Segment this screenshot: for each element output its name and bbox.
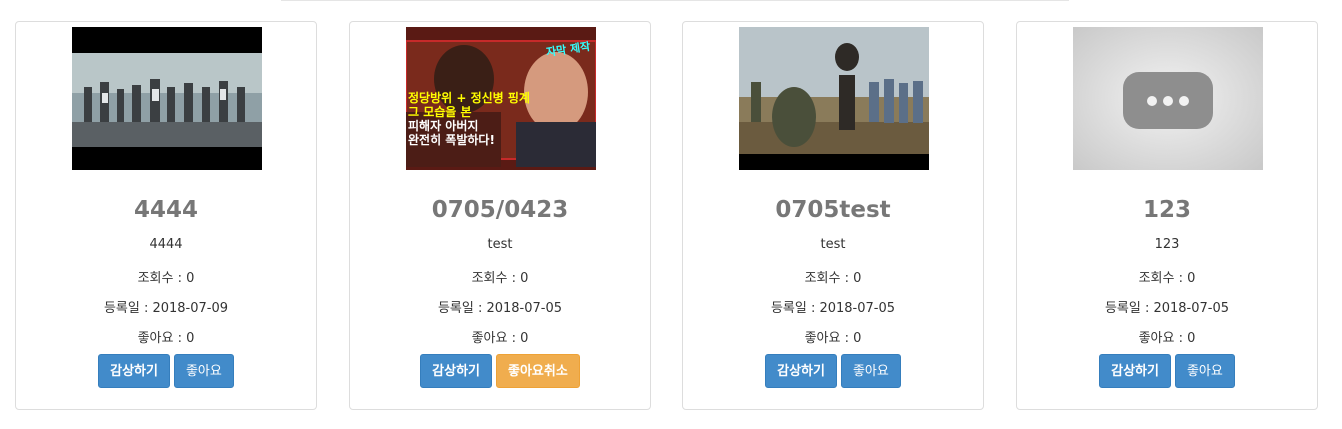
video-thumbnail[interactable]: 자막 제작 정당방위 + 정신병 핑계 그 모습을 본 피해자 아버지 완전히 … <box>406 27 596 170</box>
video-card: 자막 제작 정당방위 + 정신병 핑계 그 모습을 본 피해자 아버지 완전히 … <box>349 21 651 410</box>
video-description: 123 <box>1154 237 1180 252</box>
upload-date: 등록일 : 2018-07-05 <box>770 301 896 316</box>
video-description: 4444 <box>149 237 183 252</box>
watch-button[interactable]: 감상하기 <box>765 354 837 388</box>
view-count: 조회수 : 0 <box>471 271 529 286</box>
upload-date: 등록일 : 2018-07-05 <box>1104 301 1230 316</box>
thumbnail-caption-line: 완전히 폭발하다! <box>408 133 495 147</box>
like-button[interactable]: 좋아요 <box>173 354 234 388</box>
view-count: 조회수 : 0 <box>137 271 195 286</box>
like-count: 좋아요 : 0 <box>471 331 529 346</box>
video-description: test <box>820 237 846 252</box>
video-thumbnail[interactable] <box>72 27 262 170</box>
like-button[interactable]: 좋아요 <box>1174 354 1235 388</box>
card-actions: 감상하기 좋아요취소 <box>350 354 650 388</box>
thumbnail-caption-line: 그 모습을 본 <box>408 105 472 119</box>
thumbnail-caption: 정당방위 + 정신병 핑계 그 모습을 본 피해자 아버지 완전히 폭발하다! <box>408 91 594 147</box>
video-card: 4444 4444 조회수 : 0 등록일 : 2018-07-09 좋아요 :… <box>15 21 317 410</box>
top-divider <box>281 0 1069 1</box>
thumbnail-caption-line: 정당방위 + 정신병 핑계 <box>408 91 530 105</box>
video-card: 123 123 조회수 : 0 등록일 : 2018-07-05 좋아요 : 0… <box>1016 21 1318 410</box>
card-actions: 감상하기 좋아요 <box>683 354 983 388</box>
view-count: 조회수 : 0 <box>804 271 862 286</box>
upload-date: 등록일 : 2018-07-05 <box>437 301 563 316</box>
thumbnail-caption-line: 피해자 아버지 <box>408 119 479 133</box>
video-description: test <box>487 237 513 252</box>
video-card: 0705test test 조회수 : 0 등록일 : 2018-07-05 좋… <box>682 21 984 410</box>
video-title: 0705test <box>775 197 891 223</box>
video-grid: 4444 4444 조회수 : 0 등록일 : 2018-07-09 좋아요 :… <box>15 21 1320 413</box>
watch-button[interactable]: 감상하기 <box>98 354 170 388</box>
upload-date: 등록일 : 2018-07-09 <box>103 301 229 316</box>
video-title: 123 <box>1142 197 1191 223</box>
like-button[interactable]: 좋아요 <box>840 354 901 388</box>
like-count: 좋아요 : 0 <box>1138 331 1196 346</box>
video-title: 4444 <box>133 197 198 223</box>
card-actions: 감상하기 좋아요 <box>1017 354 1317 388</box>
card-actions: 감상하기 좋아요 <box>16 354 316 388</box>
video-placeholder-icon[interactable] <box>1073 27 1263 170</box>
video-title: 0705/0423 <box>431 197 569 223</box>
like-count: 좋아요 : 0 <box>804 331 862 346</box>
watch-button[interactable]: 감상하기 <box>1099 354 1171 388</box>
watch-button[interactable]: 감상하기 <box>420 354 493 388</box>
view-count: 조회수 : 0 <box>1138 271 1196 286</box>
unlike-button[interactable]: 좋아요취소 <box>496 354 580 388</box>
video-thumbnail[interactable] <box>739 27 929 170</box>
like-count: 좋아요 : 0 <box>137 331 195 346</box>
